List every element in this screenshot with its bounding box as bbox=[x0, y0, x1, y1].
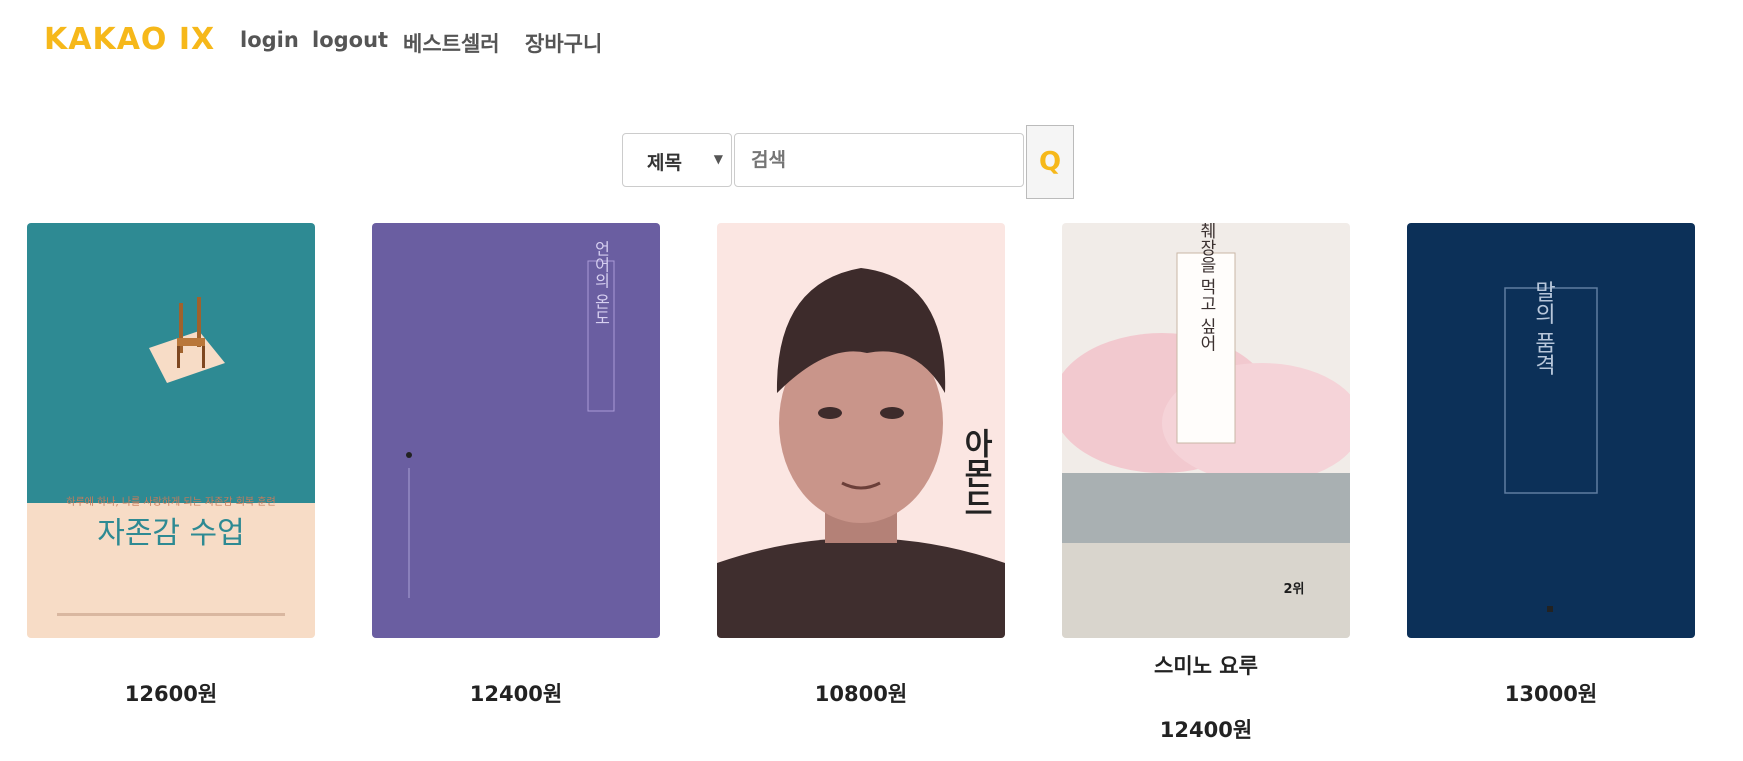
search-button[interactable]: Q bbox=[1026, 125, 1074, 199]
book-price: 12400원 bbox=[1159, 718, 1253, 742]
cover-title: 말의 품격 bbox=[1531, 281, 1556, 376]
book-cover[interactable]: 하루에 하나, 나를 사랑하게 되는 자존감 회복 훈련 자존감 수업 bbox=[27, 223, 315, 638]
top-navbar: KAKAO IX login logout 베스트셀러 장바구니 bbox=[0, 0, 1743, 90]
nav-link-cart[interactable]: 장바구니 bbox=[525, 28, 602, 58]
book-author: 스미노 요루 bbox=[1154, 654, 1258, 678]
search-input[interactable] bbox=[734, 133, 1024, 187]
book-price: 12400원 bbox=[469, 682, 563, 706]
search-icon: Q bbox=[1038, 147, 1062, 177]
cover-title: 언어의 온도 bbox=[592, 240, 611, 325]
book-price: 13000원 bbox=[1504, 682, 1598, 706]
select-value: 제목 bbox=[647, 152, 682, 174]
cover-title: 자존감 수업 bbox=[97, 516, 245, 551]
book-cover[interactable]: 아몬드 bbox=[717, 223, 1005, 638]
nav-link-login[interactable]: login bbox=[240, 28, 299, 52]
chevron-down-icon: ▼ bbox=[713, 152, 723, 166]
nav-link-bestseller[interactable]: 베스트셀러 bbox=[403, 28, 500, 58]
book-cover[interactable]: 말의 품격 bbox=[1407, 223, 1695, 638]
search-field-select[interactable]: 제목 ▼ bbox=[622, 133, 732, 187]
book-cover[interactable]: 너의 췌장을 먹고 싶어 2위 bbox=[1062, 223, 1350, 638]
cover-title: 너의 췌장을 먹고 싶어 bbox=[1196, 223, 1216, 352]
cover-title: 아몬드 bbox=[958, 428, 993, 518]
nav-link-logout[interactable]: logout bbox=[312, 28, 388, 52]
book-price: 12600원 bbox=[124, 682, 218, 706]
cover-subtitle: 하루에 하나, 나를 사랑하게 되는 자존감 회복 훈련 bbox=[66, 495, 275, 508]
cover-badge: 2위 bbox=[1283, 582, 1304, 597]
logo[interactable]: KAKAO IX bbox=[44, 22, 215, 57]
book-cover[interactable]: 언어의 온도 bbox=[372, 223, 660, 638]
book-price: 10800원 bbox=[814, 682, 908, 706]
